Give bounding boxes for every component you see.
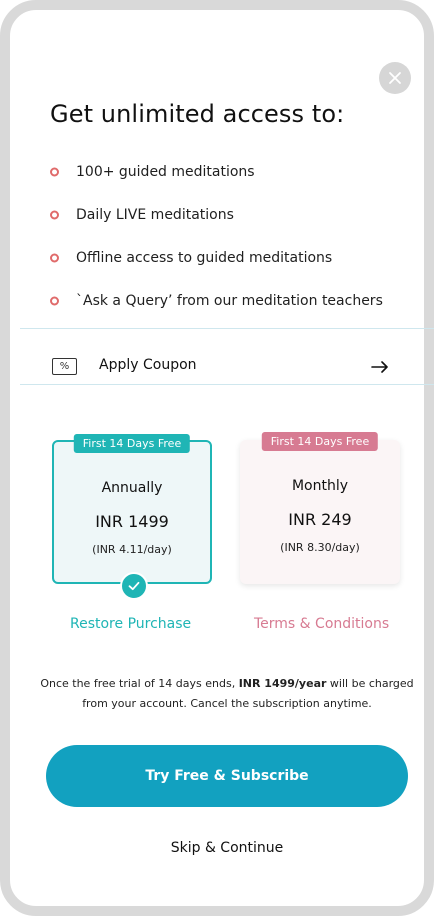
bullet-icon <box>50 296 59 305</box>
benefits-list: 100+ guided meditations Daily LIVE medit… <box>50 150 410 322</box>
cta-label: Try Free & Subscribe <box>145 768 309 784</box>
benefit-text: Daily LIVE meditations <box>76 206 234 223</box>
benefit-text: `Ask a Query’ from our meditation teache… <box>76 292 383 309</box>
terms-conditions-link[interactable]: Terms & Conditions <box>254 616 389 632</box>
check-icon <box>120 572 148 600</box>
divider <box>20 328 434 329</box>
coupon-icon-text: % <box>59 361 70 372</box>
plan-card-monthly[interactable]: First 14 Days Free Monthly INR 249 (INR … <box>240 432 400 584</box>
plan-per-day: (INR 4.11/day) <box>92 543 172 556</box>
plan-name: Monthly <box>291 478 349 494</box>
plan-price: INR 249 <box>288 510 352 529</box>
apply-coupon-label: Apply Coupon <box>99 357 197 373</box>
plan-card-annual[interactable]: First 14 Days Free Annually INR 1499 (IN… <box>52 434 212 600</box>
benefit-item: Offline access to guided meditations <box>50 236 410 279</box>
free-trial-badge: First 14 Days Free <box>261 432 379 451</box>
bullet-icon <box>50 210 59 219</box>
close-button[interactable] <box>379 62 411 94</box>
benefit-text: Offline access to guided meditations <box>76 249 333 266</box>
try-free-subscribe-button[interactable]: Try Free & Subscribe <box>46 745 408 807</box>
disclaimer-prefix: Once the free trial of 14 days ends, <box>40 677 239 690</box>
benefit-text: 100+ guided meditations <box>76 163 255 180</box>
bullet-icon <box>50 253 59 262</box>
plan-per-day: (INR 8.30/day) <box>280 541 360 554</box>
plan-name: Annually <box>101 480 163 496</box>
billing-disclaimer: Once the free trial of 14 days ends, INR… <box>40 674 414 714</box>
plan-price: INR 1499 <box>95 512 169 531</box>
coupon-icon: % <box>52 358 77 375</box>
divider <box>20 384 434 385</box>
free-trial-badge: First 14 Days Free <box>73 434 191 453</box>
close-icon <box>389 72 401 84</box>
arrow-right-icon <box>371 361 388 373</box>
skip-continue-link[interactable]: Skip & Continue <box>10 840 434 856</box>
apply-coupon-row[interactable]: % Apply Coupon <box>20 339 434 394</box>
bullet-icon <box>50 167 59 176</box>
benefit-item: Daily LIVE meditations <box>50 193 410 236</box>
disclaimer-price: INR 1499/year <box>238 677 327 690</box>
benefit-item: `Ask a Query’ from our meditation teache… <box>50 279 410 322</box>
benefit-item: 100+ guided meditations <box>50 150 410 193</box>
device-frame: Get unlimited access to: 100+ guided med… <box>0 0 434 916</box>
restore-purchase-link[interactable]: Restore Purchase <box>70 616 191 632</box>
page-title: Get unlimited access to: <box>50 100 345 128</box>
